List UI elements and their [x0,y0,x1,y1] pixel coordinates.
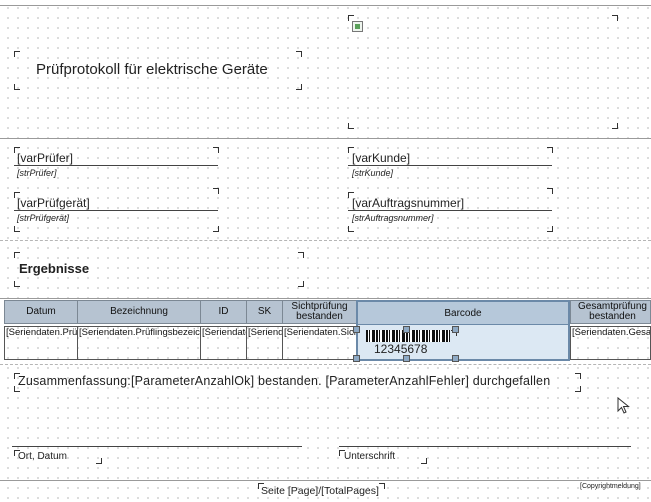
corner-marker [296,51,302,57]
field-underline [348,165,552,166]
corner-marker [298,252,304,258]
column-header-bezeichnung[interactable]: Bezeichnung [77,300,201,324]
band-separator [0,5,651,6]
corner-marker [575,373,581,379]
corner-marker [213,147,219,153]
band-separator [0,240,651,241]
corner-marker [14,281,20,287]
resize-handle[interactable] [452,355,459,362]
corner-marker [348,123,354,129]
auftragsnummer-label[interactable]: [strAuftragsnummer] [352,213,434,223]
corner-marker [612,15,618,21]
report-title[interactable]: Prüfprotokoll für elektrische Geräte [36,61,268,78]
band-separator [0,480,651,481]
column-header-id[interactable]: ID [200,300,247,324]
column-header-barcode[interactable]: Barcode [358,302,568,325]
unterschrift-label[interactable]: Unterschrift [344,451,395,462]
auftragsnummer-value[interactable]: [varAuftragsnummer] [352,196,464,210]
corner-marker [547,188,553,194]
corner-marker [96,458,102,464]
corner-marker [348,226,354,232]
image-icon [352,21,363,32]
column-header-gesamtpruefung[interactable]: Gesamtprüfung bestanden [570,300,651,324]
kunde-value[interactable]: [varKunde] [352,151,410,165]
corner-marker [14,51,20,57]
cell-pruefdatum[interactable]: [Seriendaten.Prüfdatum] [4,326,78,360]
cell-gesamtok[interactable]: [Seriendaten.GesamtOK] [570,326,651,360]
signature-line [339,446,631,447]
corner-marker [213,226,219,232]
corner-marker [421,458,427,464]
corner-marker [612,123,618,129]
resize-handle[interactable] [403,326,410,333]
corner-marker [575,386,581,392]
cell-bezeichnung[interactable]: [Seriendaten.Prüflingsbezeichnung] [77,326,201,360]
field-underline [348,210,552,211]
resize-handle[interactable] [403,355,410,362]
column-header-sichtpruefung[interactable]: Sichtprüfung bestanden [282,300,357,324]
pruefgeraet-value[interactable]: [varPrüfgerät] [17,196,90,210]
cell-id[interactable]: [Seriendaten.ID] [200,326,247,360]
results-heading[interactable]: Ergebnisse [19,261,89,276]
cell-sichtpruefung[interactable]: [Seriendaten.SichtprüfungOK] [282,326,357,360]
barcode-number: 12345678 [374,342,428,356]
cell-sk[interactable]: [Seriendaten.SK] [246,326,283,360]
corner-marker [14,226,20,232]
corner-marker [14,252,20,258]
mouse-pointer-icon [617,397,630,414]
barcode-column-selected[interactable]: Barcode 12345678 [356,300,570,361]
corner-marker [298,281,304,287]
band-separator [0,364,651,365]
resize-handle[interactable] [452,326,459,333]
summary-text[interactable]: Zusammenfassung:[ParameterAnzahlOk] best… [18,374,550,388]
corner-marker [547,147,553,153]
pruefer-value[interactable]: [varPrüfer] [17,151,73,165]
band-separator [0,138,651,139]
column-header-sk[interactable]: SK [246,300,283,324]
signature-line [12,446,302,447]
resize-handle[interactable] [353,355,360,362]
resize-handle[interactable] [353,326,360,333]
column-header-datum[interactable]: Datum [4,300,78,324]
corner-marker [547,226,553,232]
report-design-canvas[interactable]: Prüfprotokoll für elektrische Geräte [va… [0,0,651,502]
band-separator [0,298,651,299]
pruefer-label[interactable]: [strPrüfer] [17,168,57,178]
copyright-notice[interactable]: [Copyrightmeldung] [580,483,641,490]
corner-marker [213,188,219,194]
ort-datum-label[interactable]: Ort, Datum [18,451,67,462]
field-underline [14,210,218,211]
pruefgeraet-label[interactable]: [strPrüfgerät] [17,213,69,223]
page-number[interactable]: Seite [Page]/[TotalPages] [261,485,379,497]
kunde-label[interactable]: [strKunde] [352,168,393,178]
field-underline [14,165,218,166]
corner-marker [14,84,20,90]
corner-marker [379,483,385,489]
corner-marker [296,84,302,90]
